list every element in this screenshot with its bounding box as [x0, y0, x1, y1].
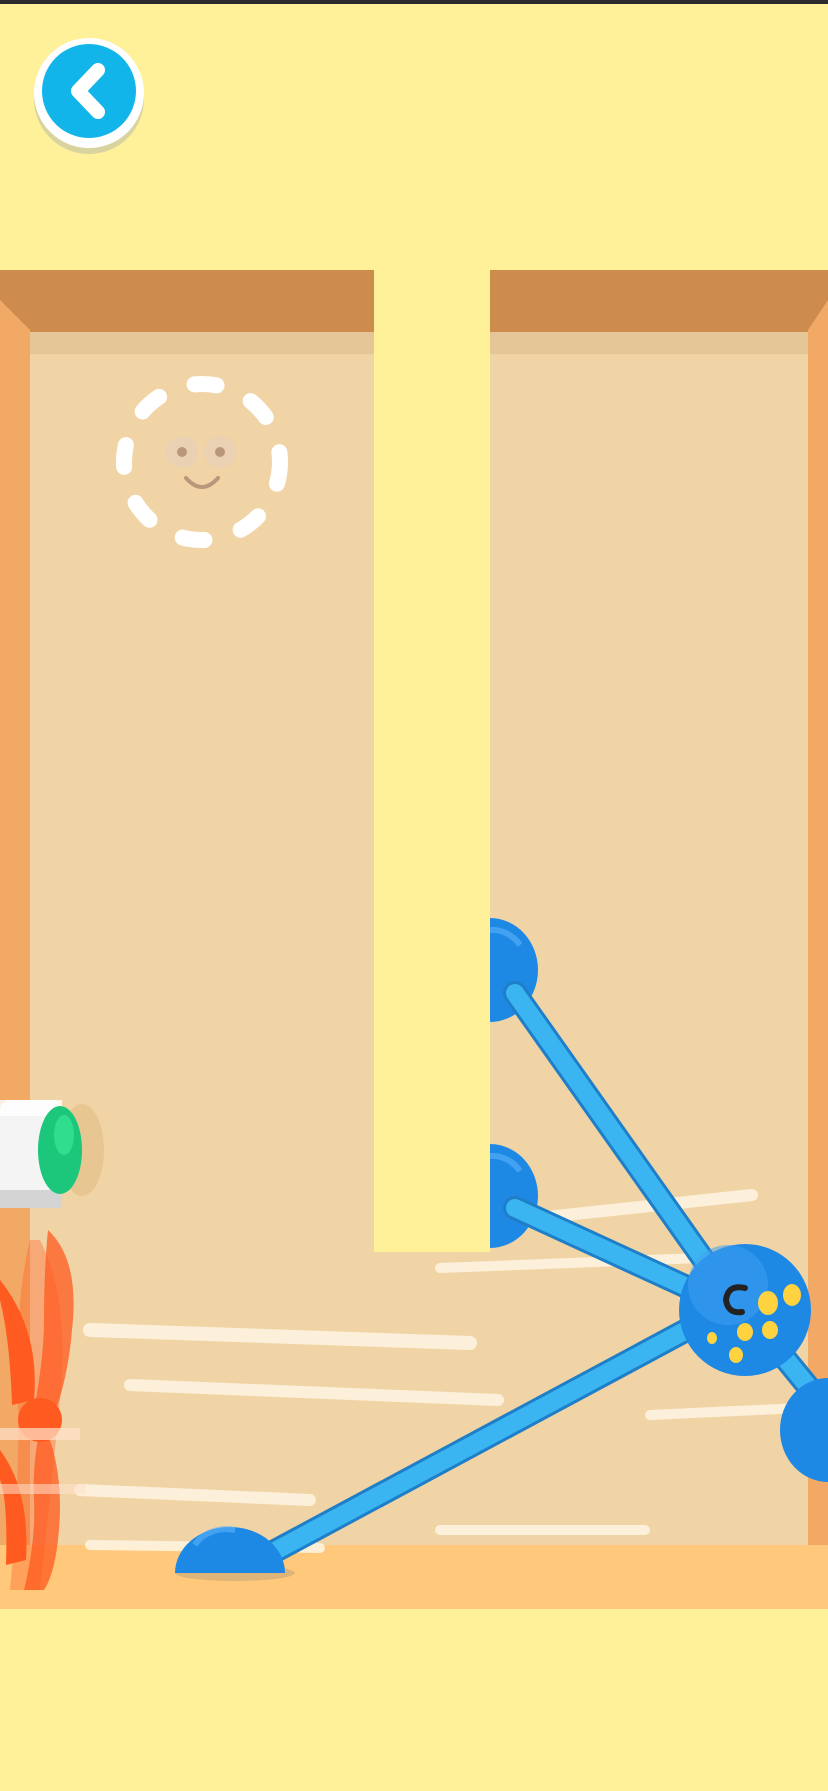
- center-divider: [374, 270, 490, 1252]
- back-button[interactable]: [34, 38, 144, 148]
- wall-top-right: [490, 270, 828, 332]
- blue-smiley-ball[interactable]: [679, 1244, 811, 1376]
- wall-top-left: [0, 270, 374, 332]
- back-button-face: [42, 44, 136, 138]
- game-scene: [0, 270, 828, 1609]
- floor-bottom-edge: [0, 1545, 828, 1609]
- game-board: [0, 0, 828, 1791]
- wall-cannon: [0, 1100, 104, 1208]
- chevron-left-icon: [71, 63, 105, 119]
